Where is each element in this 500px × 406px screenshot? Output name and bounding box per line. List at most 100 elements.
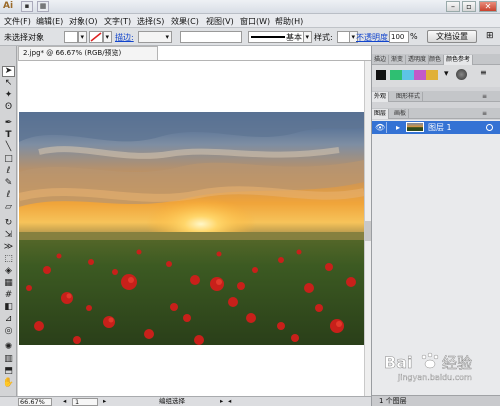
tab-layers[interactable]: 图层	[372, 109, 390, 119]
eyedropper-tool-icon[interactable]: ⊿	[2, 314, 15, 325]
vertical-scrollbar[interactable]	[364, 61, 371, 396]
rotate-tool-icon[interactable]: ↻	[2, 218, 15, 229]
selection-status: 未选择对象	[4, 33, 44, 42]
tab-stroke[interactable]: 描边	[372, 55, 390, 65]
selection-tool-icon[interactable]: ➤	[2, 66, 15, 77]
tab-appearance[interactable]: 外观	[372, 92, 390, 102]
stroke-dropdown[interactable]: ▾	[103, 31, 112, 43]
color-wheel-icon[interactable]	[456, 69, 467, 80]
opacity-input[interactable]: 100	[389, 31, 409, 43]
panel-menu-icon[interactable]: ≡	[480, 109, 489, 119]
status-bar: 66.67% ◂ 1 ▸ 编组选择 ▸ ◂	[0, 396, 372, 406]
eraser-tool-icon[interactable]: ▱	[2, 202, 15, 213]
paintbrush-tool-icon[interactable]: ℓ	[2, 166, 15, 177]
menu-file[interactable]: 文件(F)	[4, 16, 31, 27]
artboard-tool-icon[interactable]: ⬒	[2, 366, 15, 377]
variable-width-dropdown[interactable]	[180, 31, 242, 43]
document-setup-button[interactable]: 文档设置	[427, 30, 477, 43]
guide-swatch-2[interactable]	[402, 70, 414, 80]
panel-menu-icon[interactable]: ≡	[480, 92, 489, 102]
control-bar: 未选择对象 ▾ ▾ 描边: ▾ 基本 ▾ 样式: ▾ 不透明度: 100 % 文…	[0, 28, 500, 46]
status-scroll-left[interactable]: ◂	[228, 397, 231, 406]
next-artboard-icon[interactable]: ▸	[103, 397, 106, 406]
direct-selection-tool-icon[interactable]: ↖	[2, 78, 15, 89]
guide-swatch-1[interactable]	[390, 70, 402, 80]
tab-color-guide[interactable]: 颜色参考	[444, 55, 474, 65]
guide-swatch-3[interactable]	[414, 70, 426, 80]
menu-effect[interactable]: 效果(C)	[171, 16, 199, 27]
stroke-swatch[interactable]	[89, 31, 103, 43]
artboard-number: 1	[75, 398, 80, 406]
close-button[interactable]: ✕	[479, 1, 497, 12]
layer-thumbnail	[406, 122, 424, 132]
panel-menu-icon[interactable]: ≡	[480, 68, 487, 77]
symbol-sprayer-tool-icon[interactable]: ✺	[2, 342, 15, 353]
arrange-documents-icon[interactable]: ▦	[37, 1, 49, 12]
menu-type[interactable]: 文字(T)	[104, 16, 131, 27]
hand-tool-icon[interactable]: ✋	[2, 378, 15, 389]
menu-window[interactable]: 窗口(W)	[240, 16, 270, 27]
harmony-rules-dropdown[interactable]: ▾	[444, 69, 449, 79]
column-graph-tool-icon[interactable]: ▥	[2, 354, 15, 365]
pen-tool-icon[interactable]: ✒	[2, 118, 15, 129]
fill-dropdown[interactable]: ▾	[78, 31, 87, 43]
menu-edit[interactable]: 编辑(E)	[36, 16, 63, 27]
zoom-dropdown[interactable]: 66.67%	[18, 398, 52, 406]
free-transform-tool-icon[interactable]: ⬚	[2, 254, 15, 265]
fill-swatch[interactable]	[64, 31, 78, 43]
layer-row[interactable]: 👁 ▸ 图层 1	[372, 121, 500, 134]
minimize-button[interactable]: –	[446, 1, 460, 12]
color-guide-body: ▾ ≡	[372, 65, 500, 87]
baidu-jingyan-watermark: Bai 经验 jingyan.baidu.com	[380, 349, 500, 383]
perspective-grid-tool-icon[interactable]: ▦	[2, 278, 15, 289]
rectangle-tool-icon[interactable]: □	[2, 154, 15, 165]
line-tool-icon[interactable]: ╲	[2, 142, 15, 153]
opacity-link[interactable]: 不透明度:	[356, 32, 391, 43]
menu-select[interactable]: 选择(S)	[137, 16, 164, 27]
tab-artboards[interactable]: 画板	[392, 109, 410, 119]
status-menu-arrow[interactable]: ▸	[220, 397, 223, 406]
guide-swatch-4[interactable]	[426, 70, 438, 80]
tab-graphic-styles[interactable]: 图形样式	[394, 92, 424, 102]
pencil-tool-icon[interactable]: ✎	[2, 178, 15, 189]
appearance-panel-tabs: 外观 图形样式 ≡	[372, 91, 500, 102]
mesh-tool-icon[interactable]: #	[2, 290, 15, 301]
lasso-tool-icon[interactable]: ʘ	[2, 102, 15, 113]
opacity-unit: %	[410, 32, 418, 41]
align-icon[interactable]: ⊞	[486, 31, 494, 41]
document-tab-title: 2.jpg* @ 66.67% (RGB/预览)	[23, 49, 122, 57]
tools-panel: ➤ ↖ ✦ ʘ ✒ T ╲ □ ℓ ✎ ℓ ▱ ↻ ⇲ ≫ ⬚ ◈ ▦ # ◧ …	[0, 46, 17, 396]
document-window: 2.jpg* @ 66.67% (RGB/预览)	[18, 46, 371, 396]
menu-help[interactable]: 帮助(H)	[275, 16, 303, 27]
tab-color[interactable]: 颜色	[427, 55, 445, 65]
blend-tool-icon[interactable]: ◎	[2, 326, 15, 337]
gradient-tool-icon[interactable]: ◧	[2, 302, 15, 313]
stroke-link[interactable]: 描边:	[115, 32, 134, 43]
placed-image-sunset-poppies[interactable]	[19, 112, 364, 345]
tab-gradient[interactable]: 渐变	[389, 55, 407, 65]
brush-style-dropdown[interactable]: ▾	[303, 31, 312, 43]
zoom-value: 66.67%	[20, 398, 45, 406]
base-color-swatch[interactable]	[376, 70, 386, 80]
type-tool-icon[interactable]: T	[2, 130, 15, 141]
width-tool-icon[interactable]: ≫	[2, 242, 15, 253]
expand-arrow-icon[interactable]: ▸	[396, 122, 400, 133]
document-tab[interactable]: 2.jpg* @ 66.67% (RGB/预览)	[18, 46, 158, 60]
visibility-eye-icon[interactable]: 👁	[375, 122, 385, 133]
prev-artboard-icon[interactable]: ◂	[63, 397, 66, 406]
tab-transparency[interactable]: 透明度	[406, 55, 430, 65]
artboard-dropdown[interactable]: 1	[72, 398, 98, 406]
scale-tool-icon[interactable]: ⇲	[2, 230, 15, 241]
bridge-icon[interactable]: ▪	[21, 1, 33, 12]
maximize-button[interactable]: ▫	[462, 1, 476, 12]
blob-brush-tool-icon[interactable]: ℓ	[2, 190, 15, 201]
baidu-logo: Bai 经验 jingyan.baidu.com	[384, 352, 472, 382]
menu-view[interactable]: 视图(V)	[206, 16, 234, 27]
layer-name[interactable]: 图层 1	[428, 122, 452, 133]
shape-builder-tool-icon[interactable]: ◈	[2, 266, 15, 277]
menu-bar: 文件(F) 编辑(E) 对象(O) 文字(T) 选择(S) 效果(C) 视图(V…	[0, 14, 500, 28]
magic-wand-tool-icon[interactable]: ✦	[2, 90, 15, 101]
stroke-weight-dropdown[interactable]: ▾	[138, 31, 172, 43]
target-circle-icon[interactable]	[486, 124, 493, 131]
menu-object[interactable]: 对象(O)	[69, 16, 98, 27]
